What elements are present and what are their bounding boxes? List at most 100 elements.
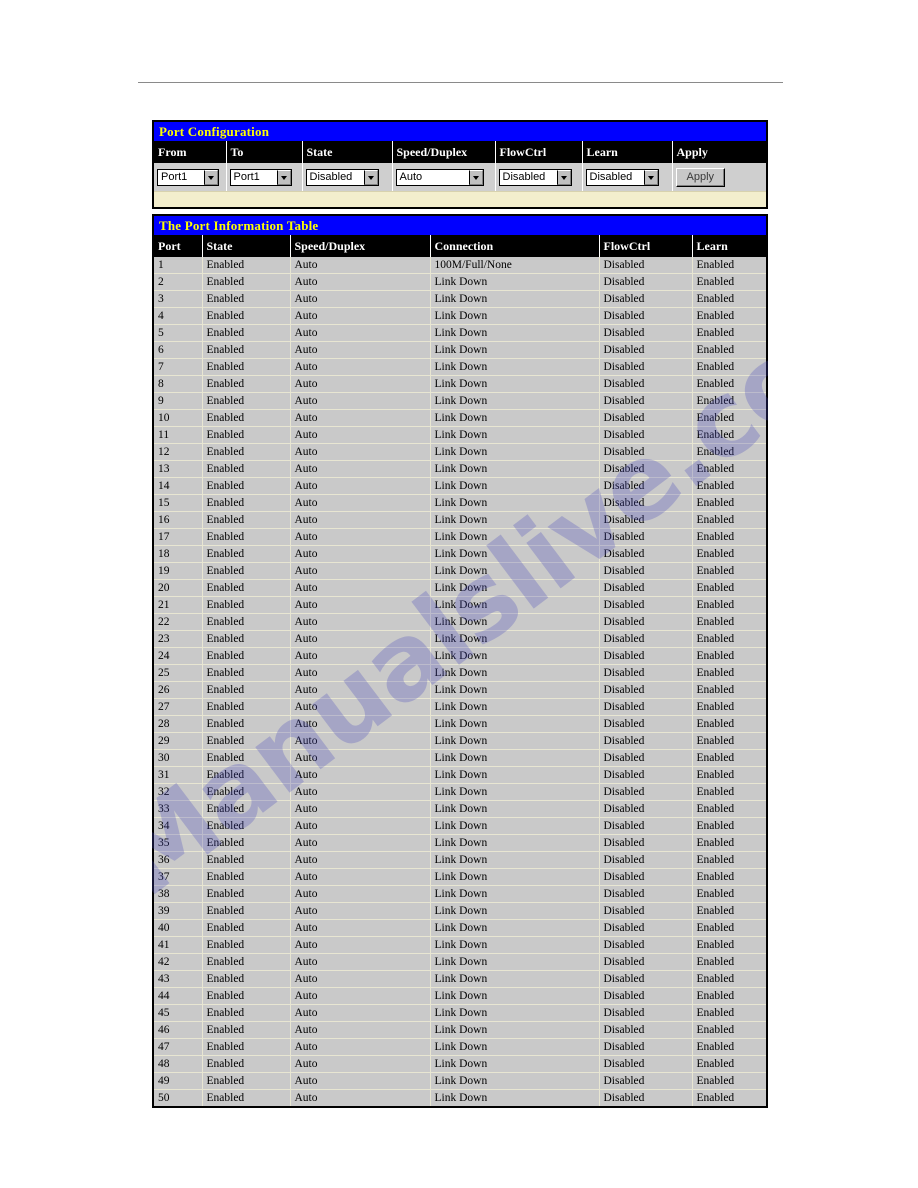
cell-state: Enabled [202, 1072, 291, 1090]
cell-state: Enabled [202, 1038, 291, 1056]
table-row: 29 Enabled Auto Link Down Disabled Enabled [154, 732, 766, 750]
flowctrl-select[interactable]: Disabled [498, 168, 572, 186]
cell-connection: Link Down [430, 970, 600, 988]
cell-flowctrl: Disabled [599, 732, 693, 750]
cell-state: Enabled [202, 868, 291, 886]
col-header-connection: Connection [430, 235, 600, 257]
chevron-down-icon[interactable] [643, 169, 658, 185]
state-select[interactable]: Disabled [305, 168, 379, 186]
panel-spacer-band [154, 191, 766, 207]
cell-learn: Enabled [692, 936, 766, 954]
table-row: 14 Enabled Auto Link Down Disabled Enabled [154, 477, 766, 495]
cell-learn: Enabled [692, 307, 766, 325]
chevron-down-icon[interactable] [468, 169, 483, 185]
cell-learn: Enabled [692, 817, 766, 835]
cell-state: Enabled [202, 817, 291, 835]
cell-connection: Link Down [430, 358, 600, 376]
cell-speed-duplex: Auto [290, 477, 431, 495]
table-row: 16 Enabled Auto Link Down Disabled Enabled [154, 511, 766, 529]
cell-port: 5 [154, 324, 203, 342]
cell-state: Enabled [202, 324, 291, 342]
cell-flowctrl: Disabled [599, 257, 693, 274]
cell-speed-duplex: Auto [290, 919, 431, 937]
chevron-down-icon[interactable] [204, 169, 218, 185]
cell-learn: Enabled [692, 919, 766, 937]
cell-learn: Enabled [692, 528, 766, 546]
cell-flowctrl: Disabled [599, 885, 693, 903]
table-row: 28 Enabled Auto Link Down Disabled Enabled [154, 715, 766, 733]
cell-learn: Enabled [692, 1004, 766, 1022]
cell-state: Enabled [202, 460, 291, 478]
cell-speed-duplex: Auto [392, 163, 496, 191]
cell-flowctrl: Disabled [599, 715, 693, 733]
cell-speed-duplex: Auto [290, 715, 431, 733]
cell-connection: Link Down [430, 443, 600, 461]
chevron-down-icon[interactable] [363, 169, 378, 185]
table-row: 32 Enabled Auto Link Down Disabled Enabled [154, 783, 766, 801]
cell-state: Enabled [202, 511, 291, 529]
cell-connection: Link Down [430, 290, 600, 308]
cell-flowctrl: Disabled [599, 851, 693, 869]
table-row: 17 Enabled Auto Link Down Disabled Enabled [154, 528, 766, 546]
cell-learn: Enabled [692, 443, 766, 461]
apply-button[interactable]: Apply [675, 168, 726, 187]
cell-connection: Link Down [430, 715, 600, 733]
cell-speed-duplex: Auto [290, 732, 431, 750]
chevron-down-icon[interactable] [556, 169, 571, 185]
cell-learn: Enabled [692, 715, 766, 733]
table-row: 4 Enabled Auto Link Down Disabled Enabled [154, 307, 766, 325]
cell-speed-duplex: Auto [290, 953, 431, 971]
cell-port: 27 [154, 698, 203, 716]
cell-from: Port1 [154, 163, 227, 191]
speed-duplex-select[interactable]: Auto [395, 168, 484, 186]
cell-speed-duplex: Auto [290, 562, 431, 580]
col-header-apply: Apply [672, 141, 766, 163]
cell-flowctrl: Disabled [495, 163, 583, 191]
cell-state: Enabled [202, 885, 291, 903]
cell-flowctrl: Disabled [599, 426, 693, 444]
cell-learn: Enabled [692, 596, 766, 614]
cell-state: Enabled [202, 783, 291, 801]
port-information-panel: The Port Information Table Port State Sp… [152, 214, 768, 1108]
table-row: 9 Enabled Auto Link Down Disabled Enabled [154, 392, 766, 410]
cell-connection: Link Down [430, 885, 600, 903]
cell-connection: Link Down [430, 562, 600, 580]
learn-select[interactable]: Disabled [585, 168, 659, 186]
port-configuration-table: From To State Speed/Duplex FlowCtrl Lear… [154, 141, 766, 191]
cell-speed-duplex: Auto [290, 545, 431, 563]
table-row: 24 Enabled Auto Link Down Disabled Enabled [154, 647, 766, 665]
cell-speed-duplex: Auto [290, 1089, 431, 1106]
cell-speed-duplex: Auto [290, 868, 431, 886]
cell-port: 43 [154, 970, 203, 988]
cell-connection: Link Down [430, 307, 600, 325]
from-port-select[interactable]: Port1 [157, 168, 219, 186]
cell-state: Enabled [202, 953, 291, 971]
cell-learn: Enabled [692, 1038, 766, 1056]
cell-state: Enabled [202, 1004, 291, 1022]
table-row: 34 Enabled Auto Link Down Disabled Enabled [154, 817, 766, 835]
cell-flowctrl: Disabled [599, 494, 693, 512]
chevron-down-icon[interactable] [276, 169, 291, 185]
table-row: 40 Enabled Auto Link Down Disabled Enabled [154, 919, 766, 937]
cell-port: 8 [154, 375, 203, 393]
cell-flowctrl: Disabled [599, 1038, 693, 1056]
table-row: 48 Enabled Auto Link Down Disabled Enabled [154, 1055, 766, 1073]
cell-state: Enabled [202, 257, 291, 274]
cell-state: Enabled [202, 392, 291, 410]
table-row: 2 Enabled Auto Link Down Disabled Enabled [154, 273, 766, 291]
cell-learn: Enabled [692, 409, 766, 427]
cell-connection: Link Down [430, 936, 600, 954]
cell-speed-duplex: Auto [290, 460, 431, 478]
cell-state: Enabled [202, 851, 291, 869]
cell-speed-duplex: Auto [290, 800, 431, 818]
cell-flowctrl: Disabled [599, 783, 693, 801]
cell-flowctrl: Disabled [599, 596, 693, 614]
table-row: 46 Enabled Auto Link Down Disabled Enabled [154, 1021, 766, 1039]
to-port-select[interactable]: Port1 [229, 168, 292, 186]
cell-speed-duplex: Auto [290, 324, 431, 342]
cell-speed-duplex: Auto [290, 613, 431, 631]
cell-port: 6 [154, 341, 203, 359]
cell-state: Enabled [202, 545, 291, 563]
cell-port: 31 [154, 766, 203, 784]
table-row: 31 Enabled Auto Link Down Disabled Enabled [154, 766, 766, 784]
